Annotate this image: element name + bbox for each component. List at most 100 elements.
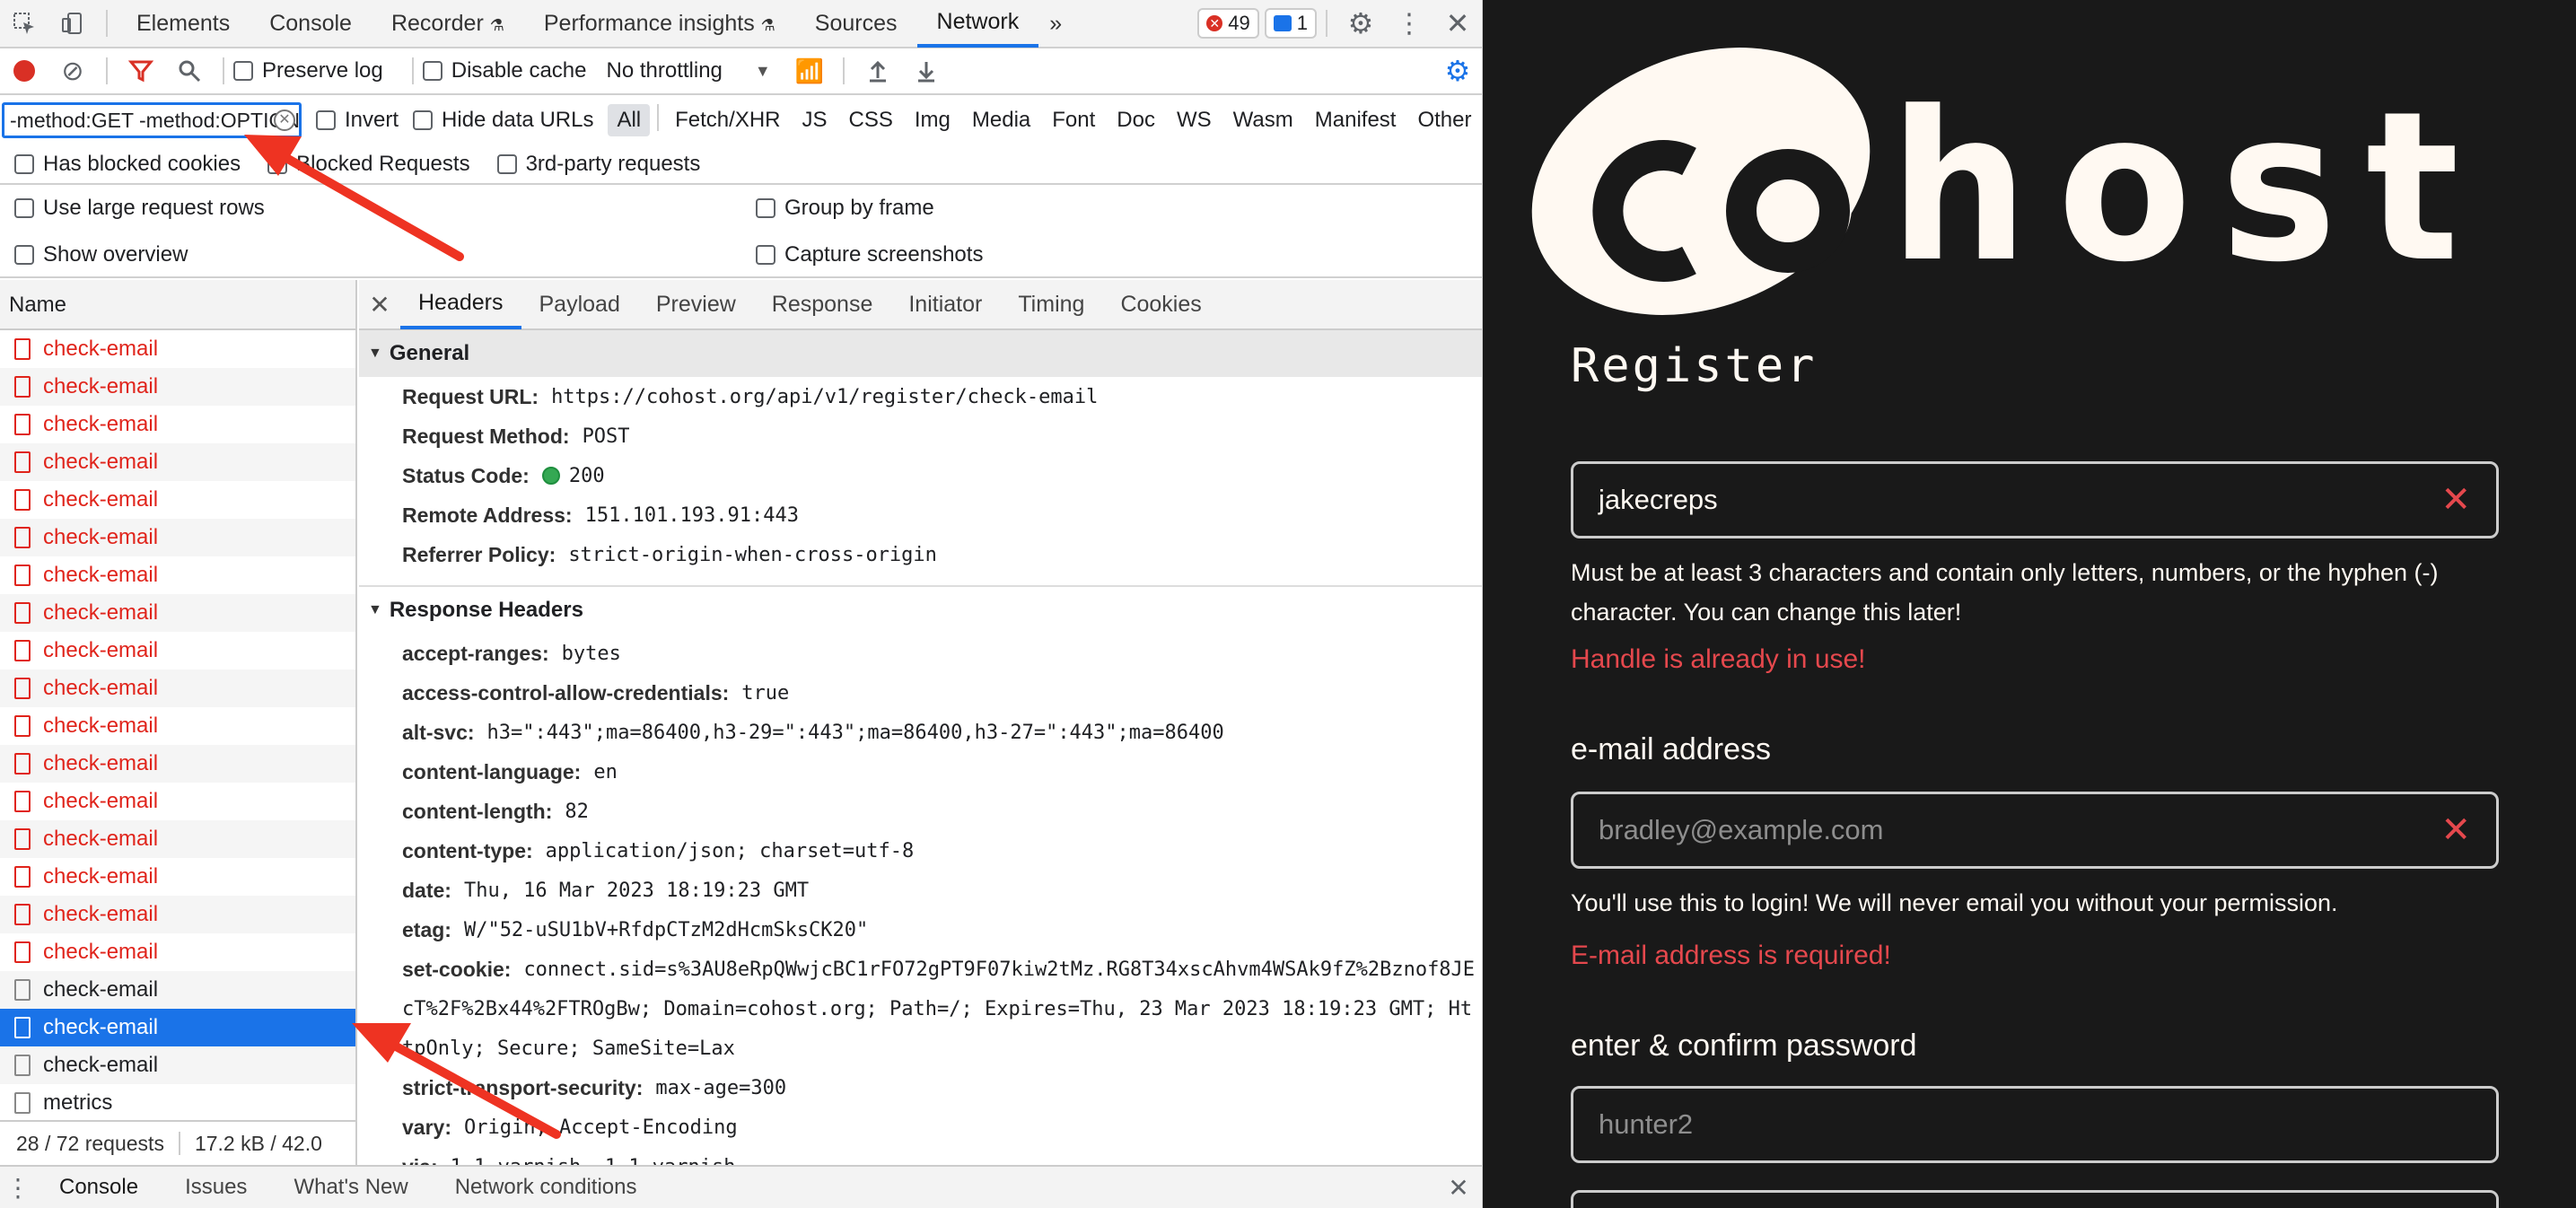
type-filter-manifest[interactable]: Manifest [1306,104,1406,136]
record-icon[interactable] [0,48,48,94]
tab-preview[interactable]: Preview [638,280,754,329]
request-row[interactable]: check-email [0,858,355,896]
request-row[interactable]: check-email [0,556,355,594]
disable-cache-checkbox[interactable]: Disable cache [422,58,586,83]
search-icon[interactable] [165,48,214,94]
type-filter-media[interactable]: Media [963,104,1039,136]
request-row[interactable]: check-email [0,368,355,406]
tab-elements[interactable]: Elements [117,0,250,48]
type-filter-wasm[interactable]: Wasm [1224,104,1302,136]
group-by-frame-checkbox[interactable]: Group by frame [756,196,934,221]
request-row[interactable]: check-email [0,594,355,632]
tab-performance-insights[interactable]: Performance insights ⚗ [524,0,795,48]
more-tabs-button[interactable]: » [1038,0,1073,48]
type-filter-ws[interactable]: WS [1168,104,1221,136]
network-settings-gear-icon[interactable]: ⚙ [1433,48,1482,94]
tab-console[interactable]: Console [250,0,372,48]
file-icon [14,791,31,812]
export-har-icon[interactable] [902,48,951,94]
checkbox-box [14,245,34,265]
drawer-tab-console[interactable]: Console [36,1175,162,1200]
request-row[interactable]: check-email [0,632,355,670]
filter-icon[interactable] [117,48,165,94]
third-party-checkbox[interactable]: 3rd-party requests [496,152,700,177]
tab-timing[interactable]: Timing [1000,280,1102,329]
devtools-panel: Elements Console Recorder ⚗ Performance … [0,0,1483,1208]
type-filter-other[interactable]: Other [1408,104,1480,136]
request-row[interactable]: check-email [0,443,355,481]
kebab-menu-icon[interactable]: ⋮ [1385,0,1433,47]
name-column-header[interactable]: Name [0,280,355,330]
clear-filter-icon[interactable]: ✕ [274,109,295,131]
request-row[interactable]: check-email [0,971,355,1009]
separator [657,104,660,131]
handle-input[interactable]: jakecreps ✕ [1571,461,2499,538]
drawer-tab-whats-new[interactable]: What's New [270,1175,431,1200]
import-har-icon[interactable] [854,48,902,94]
blocked-requests-checkbox[interactable]: Blocked Requests [267,152,470,177]
tab-recorder[interactable]: Recorder ⚗ [372,0,524,48]
request-name: check-email [43,827,159,851]
clear-icon[interactable]: ⊘ [48,48,97,94]
hide-data-urls-checkbox[interactable]: Hide data URLs [413,108,593,133]
type-filter-fetch-xhr[interactable]: Fetch/XHR [666,104,789,136]
tab-response[interactable]: Response [754,280,891,329]
drawer-tab-issues[interactable]: Issues [162,1175,270,1200]
type-filter-css[interactable]: CSS [840,104,902,136]
request-row[interactable]: check-email [0,707,355,745]
large-rows-checkbox[interactable]: Use large request rows [14,196,265,221]
device-toolbar-icon[interactable] [48,0,97,47]
request-row[interactable]: check-email [0,481,355,519]
request-row[interactable]: check-email [0,783,355,820]
type-filter-font[interactable]: Font [1043,104,1104,136]
request-row[interactable]: check-email [0,896,355,933]
header-key: via: [402,1155,438,1166]
drawer-tab-network-conditions[interactable]: Network conditions [432,1175,661,1200]
error-count-badge[interactable]: ✕ 49 [1197,8,1259,39]
response-headers-section-header[interactable]: ▼ Response Headers [359,587,1482,634]
request-row[interactable]: check-email [0,1046,355,1084]
password-input[interactable]: hunter2 [1571,1086,2499,1163]
message-count-badge[interactable]: 1 [1264,8,1317,39]
type-filter-doc[interactable]: Doc [1108,104,1164,136]
header-value: 82 [565,800,589,823]
tab-headers[interactable]: Headers [400,280,521,329]
request-row[interactable]: check-email [0,820,355,858]
header-value: Thu, 16 Mar 2023 18:19:23 GMT [463,879,810,902]
network-conditions-icon[interactable]: 📶 [785,48,834,94]
settings-gear-icon[interactable]: ⚙ [1336,0,1385,47]
close-drawer-icon[interactable]: ✕ [1434,1167,1482,1208]
request-row[interactable]: check-email [0,1009,355,1046]
request-row[interactable]: metrics [0,1084,355,1120]
request-row[interactable]: check-email [0,670,355,707]
show-overview-checkbox[interactable]: Show overview [14,242,188,267]
tab-network[interactable]: Network [916,0,1039,48]
throttling-select[interactable]: No throttling ▼ [606,58,770,83]
header-row: vary: Origin, Accept-Encoding [359,1107,1482,1147]
filter-input[interactable]: -method:GET -method:OPTIONS ✕ [2,102,302,138]
close-details-icon[interactable]: ✕ [359,290,400,320]
inspect-element-icon[interactable] [0,0,48,47]
request-row[interactable]: check-email [0,519,355,556]
invert-label: Invert [345,108,399,132]
general-section-header[interactable]: ▼ General [359,330,1482,377]
tab-sources[interactable]: Sources [795,0,917,48]
request-row[interactable]: check-email [0,745,355,783]
request-row[interactable]: check-email [0,406,355,443]
tab-initiator[interactable]: Initiator [890,280,1000,329]
email-input[interactable]: bradley@example.com ✕ [1571,792,2499,869]
type-filter-img[interactable]: Img [906,104,959,136]
tab-cookies[interactable]: Cookies [1102,280,1219,329]
request-row[interactable]: check-email [0,330,355,368]
tab-payload[interactable]: Payload [521,280,638,329]
preserve-log-checkbox[interactable]: Preserve log [233,58,383,83]
request-row[interactable]: check-email [0,933,355,971]
confirm-password-input[interactable] [1571,1190,2499,1208]
type-filter-all[interactable]: All [608,104,651,136]
drawer-menu-icon[interactable]: ⋮ [0,1167,36,1208]
invert-checkbox[interactable]: Invert [316,108,399,133]
blocked-cookies-checkbox[interactable]: Has blocked cookies [14,152,241,177]
capture-screenshots-checkbox[interactable]: Capture screenshots [756,242,983,267]
type-filter-js[interactable]: JS [793,104,837,136]
close-devtools-icon[interactable]: ✕ [1433,0,1482,47]
